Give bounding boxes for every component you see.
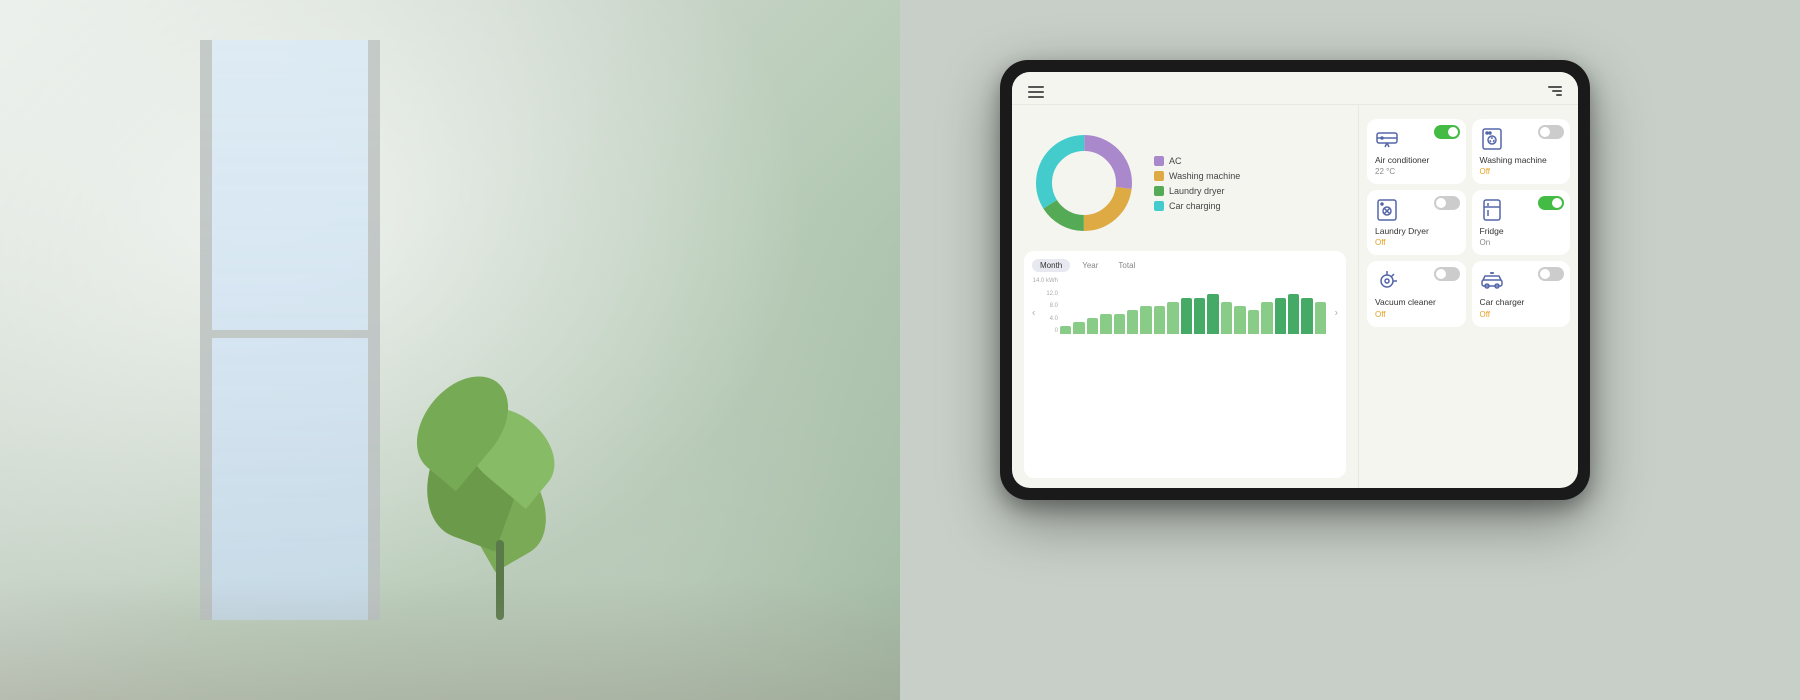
y-axis: 14.0 kWh 12.0 8.0 4.0 0 <box>1032 278 1058 334</box>
bar-2 <box>1087 318 1098 334</box>
toggle-washer[interactable] <box>1538 125 1564 139</box>
device-icon-washer <box>1480 127 1504 151</box>
device-card-fridge: Fridge On <box>1472 190 1571 255</box>
legend-dot-washer <box>1154 171 1164 181</box>
devices-grid: Air conditioner 22 °C Washing machine Of… <box>1367 119 1570 327</box>
device-toggle-vacuum[interactable] <box>1434 267 1460 281</box>
chart-prev-button[interactable]: ‹ <box>1032 308 1035 319</box>
chart-next-button[interactable]: › <box>1335 308 1338 319</box>
device-name-dryer: Laundry Dryer <box>1375 226 1458 236</box>
device-status-washer: Off <box>1480 167 1563 176</box>
device-card-ac: Air conditioner 22 °C <box>1367 119 1466 184</box>
device-toggle-washer[interactable] <box>1538 125 1564 139</box>
device-toggle-carcharger[interactable] <box>1538 267 1564 281</box>
legend-dot-car <box>1154 201 1164 211</box>
device-icon-vacuum <box>1375 269 1399 293</box>
plant-decoration <box>420 300 580 620</box>
device-status-dryer: Off <box>1375 238 1458 247</box>
bar-1 <box>1073 322 1084 334</box>
toggle-carcharger[interactable] <box>1538 267 1564 281</box>
toggle-dryer[interactable] <box>1434 196 1460 210</box>
bar-8 <box>1167 302 1178 334</box>
app-header <box>1012 72 1578 105</box>
bar-11 <box>1207 294 1218 334</box>
legend-ac: AC <box>1154 156 1240 166</box>
main-content: AC Washing machine Laundry dryer <box>1012 105 1578 488</box>
bars-area <box>1060 278 1326 334</box>
device-status-fridge: On <box>1480 238 1563 247</box>
device-card-washer: Washing machine Off <box>1472 119 1571 184</box>
donut-chart <box>1024 123 1144 243</box>
device-icon-dryer <box>1375 198 1399 222</box>
donut-chart-area: AC Washing machine Laundry dryer <box>1024 123 1346 243</box>
bar-chart-section: Month Year Total 14.0 kWh 12.0 8.0 4.0 0 <box>1024 251 1346 478</box>
bar-4 <box>1114 314 1125 334</box>
bar-16 <box>1275 298 1286 334</box>
legend-dot-ac <box>1154 156 1164 166</box>
tablet-device: AC Washing machine Laundry dryer <box>1000 60 1590 500</box>
bar-17 <box>1288 294 1299 334</box>
legend-dryer: Laundry dryer <box>1154 186 1240 196</box>
device-name-ac: Air conditioner <box>1375 155 1458 165</box>
tablet-screen: AC Washing machine Laundry dryer <box>1012 72 1578 488</box>
bar-9 <box>1181 298 1192 334</box>
toggle-vacuum[interactable] <box>1434 267 1460 281</box>
toggle-fridge[interactable] <box>1538 196 1564 210</box>
bar-6 <box>1140 306 1151 334</box>
bar-14 <box>1248 310 1259 334</box>
device-name-carcharger: Car charger <box>1480 297 1563 307</box>
device-card-dryer: Laundry Dryer Off <box>1367 190 1466 255</box>
wall-background: AC Washing machine Laundry dryer <box>900 0 1800 700</box>
device-toggle-fridge[interactable] <box>1538 196 1564 210</box>
device-icon-fridge <box>1480 198 1504 222</box>
tab-year[interactable]: Year <box>1074 259 1106 272</box>
legend-dot-dryer <box>1154 186 1164 196</box>
legend-washer: Washing machine <box>1154 171 1240 181</box>
device-status-ac: 22 °C <box>1375 167 1458 176</box>
window <box>200 40 380 620</box>
device-name-fridge: Fridge <box>1480 226 1563 236</box>
filter-icon[interactable] <box>1548 82 1562 96</box>
device-toggle-ac[interactable] <box>1434 125 1460 139</box>
device-status-carcharger: Off <box>1480 310 1563 319</box>
bar-15 <box>1261 302 1272 334</box>
device-name-vacuum: Vacuum cleaner <box>1375 297 1458 307</box>
device-name-washer: Washing machine <box>1480 155 1563 165</box>
device-card-carcharger: Car charger Off <box>1472 261 1571 326</box>
legend-label-car: Car charging <box>1169 201 1221 211</box>
legend-label-dryer: Laundry dryer <box>1169 186 1225 196</box>
bar-10 <box>1194 298 1205 334</box>
menu-icon[interactable] <box>1028 82 1044 98</box>
donut-legend: AC Washing machine Laundry dryer <box>1154 156 1240 211</box>
device-card-vacuum: Vacuum cleaner Off <box>1367 261 1466 326</box>
bar-19 <box>1315 302 1326 334</box>
devices-panel: Air conditioner 22 °C Washing machine Of… <box>1358 105 1578 488</box>
tab-total[interactable]: Total <box>1110 259 1143 272</box>
device-icon-ac <box>1375 127 1399 151</box>
legend-label-ac: AC <box>1169 156 1182 166</box>
legend-label-washer: Washing machine <box>1169 171 1240 181</box>
legend-car: Car charging <box>1154 201 1240 211</box>
device-icon-carcharger <box>1480 269 1504 293</box>
device-toggle-dryer[interactable] <box>1434 196 1460 210</box>
room-background <box>0 0 900 700</box>
bar-12 <box>1221 302 1232 334</box>
bar-18 <box>1301 298 1312 334</box>
bar-5 <box>1127 310 1138 334</box>
bar-7 <box>1154 306 1165 334</box>
bar-chart: 14.0 kWh 12.0 8.0 4.0 0 ‹ › <box>1032 278 1338 348</box>
chart-tabs: Month Year Total <box>1032 259 1338 272</box>
bar-0 <box>1060 326 1071 334</box>
device-status-vacuum: Off <box>1375 310 1458 319</box>
left-panel: AC Washing machine Laundry dryer <box>1012 105 1358 488</box>
bar-3 <box>1100 314 1111 334</box>
bar-13 <box>1234 306 1245 334</box>
tab-month[interactable]: Month <box>1032 259 1070 272</box>
sofa-hint <box>0 580 900 700</box>
toggle-ac[interactable] <box>1434 125 1460 139</box>
